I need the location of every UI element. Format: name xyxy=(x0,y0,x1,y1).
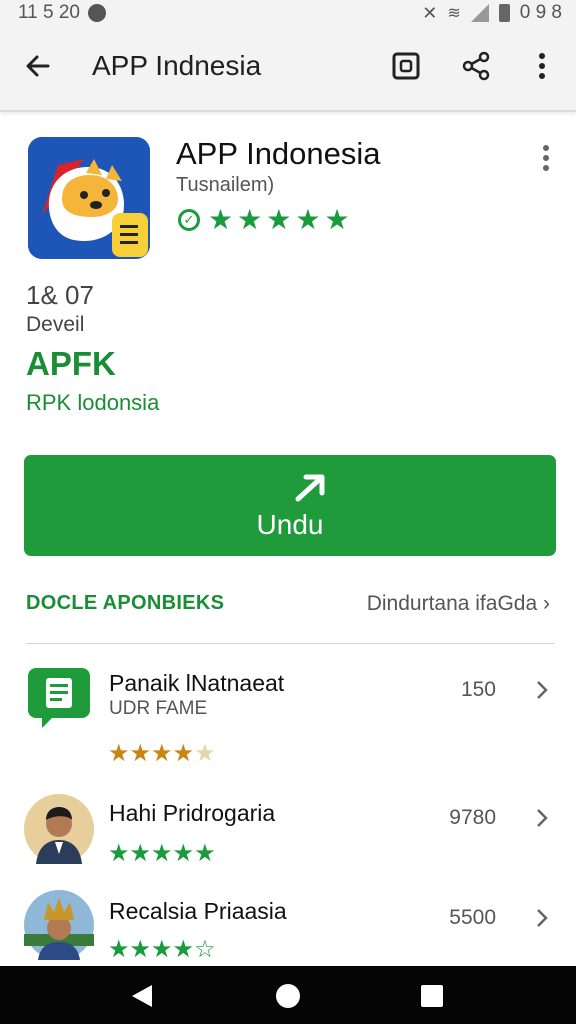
section-title: DOCLE APONBIEKS xyxy=(26,592,225,614)
star-icon: ★ xyxy=(108,840,130,867)
star-icon: ★ xyxy=(108,936,130,963)
document-app-icon xyxy=(28,668,90,728)
battery-icon xyxy=(498,4,510,22)
section-link[interactable]: Dindurtana ifaGda › xyxy=(367,592,550,616)
chevron-right-icon xyxy=(537,681,548,699)
share-icon[interactable] xyxy=(458,48,494,84)
install-button[interactable]: Undu xyxy=(24,455,556,556)
status-time: 11 5 20 xyxy=(18,2,80,23)
install-button-label: Undu xyxy=(256,509,324,540)
battery-text: 0 9 8 xyxy=(519,2,562,23)
star-icon: ★ xyxy=(208,204,234,235)
screen-icon[interactable] xyxy=(388,48,424,84)
nav-recents-icon[interactable] xyxy=(420,984,444,1008)
more-vert-icon[interactable] xyxy=(524,48,560,84)
star-icon: ★ xyxy=(324,204,350,235)
section-link-label: Dindurtana ifaGda xyxy=(366,592,538,615)
list-item-title: Panaik lNatnaeat xyxy=(109,670,285,696)
star-icon: ★ xyxy=(129,936,152,963)
star-icon: ★ xyxy=(172,840,195,867)
list-item-count: 9780 xyxy=(449,806,496,829)
list-item-count: 5500 xyxy=(449,906,496,929)
star-icon: ★ xyxy=(129,740,152,767)
apk-title: APFK xyxy=(26,345,116,382)
avatar xyxy=(24,890,94,960)
star-icon: ★ xyxy=(266,204,292,235)
list-item-subtitle: UDR FAME xyxy=(109,698,208,719)
star-icon: ★ xyxy=(108,740,130,767)
app-logo-art xyxy=(28,137,150,259)
notification-icon xyxy=(87,4,106,22)
list-item-title: Hahi Pridrogaria xyxy=(109,800,276,826)
app-bar: APP Indnesia xyxy=(0,26,576,112)
system-nav-bar xyxy=(0,966,576,1024)
app-name: APP Indonesia xyxy=(176,136,381,171)
chevron-right-icon xyxy=(537,809,548,827)
nav-back-icon[interactable] xyxy=(130,983,154,1009)
divider xyxy=(26,643,554,644)
stat-label: Deveil xyxy=(26,313,85,336)
app-rating: ✓ ★ ★ ★ ★ ★ xyxy=(178,206,350,234)
star-half-icon: ★ xyxy=(194,740,216,767)
star-icon: ★ xyxy=(151,840,173,867)
star-half-icon: ☆ xyxy=(194,936,216,963)
verified-icon: ✓ xyxy=(178,209,200,231)
apk-subtitle: RPK lodonsia xyxy=(26,390,160,415)
chevron-right-icon: › xyxy=(543,592,550,615)
list-item[interactable]: Panaik lNatnaeat UDR FAME ★ ★ ★ ★ ★ 150 xyxy=(0,658,576,778)
list-item-rating: ★ ★ ★ ★ ★ xyxy=(108,742,216,766)
star-icon: ★ xyxy=(151,740,173,767)
star-icon: ★ xyxy=(237,204,263,235)
status-time-group: 11 5 20 xyxy=(18,2,106,24)
app-more-icon[interactable] xyxy=(536,144,556,172)
share-icon-svg xyxy=(462,51,490,81)
arrow-icon xyxy=(295,474,325,502)
star-icon: ★ xyxy=(129,840,152,867)
more-vert-icon-svg xyxy=(539,53,545,79)
list-item-title: Recalsia Priaasia xyxy=(109,898,287,924)
star-icon: ★ xyxy=(151,936,173,963)
avatar xyxy=(24,794,94,864)
wifi-icon: ≋ xyxy=(447,5,461,22)
list-item-rating: ★ ★ ★ ★ ★ xyxy=(108,842,216,866)
back-arrow-icon[interactable] xyxy=(22,50,54,82)
star-icon: ★ xyxy=(172,740,195,767)
nfc-icon: ✕ xyxy=(422,2,438,23)
star-icon: ★ xyxy=(172,936,195,963)
list-item-count: 150 xyxy=(460,678,496,701)
developer-name[interactable]: Tusnailem) xyxy=(176,174,274,197)
screen-icon-svg xyxy=(392,52,420,80)
status-bar: 11 5 20 ✕ ≋ 0 9 8 xyxy=(0,0,576,26)
app-bar-title: APP Indnesia xyxy=(92,50,262,81)
chevron-right-icon xyxy=(537,909,548,927)
nav-home-icon[interactable] xyxy=(274,982,302,1010)
signal-icon xyxy=(470,4,489,22)
star-icon: ★ xyxy=(194,840,216,867)
app-logo-icon xyxy=(28,137,150,259)
status-icons: ✕ ≋ 0 9 8 xyxy=(422,2,562,24)
star-icon: ★ xyxy=(295,204,321,235)
stat-value: 1& 07 xyxy=(26,280,94,310)
list-item-rating: ★ ★ ★ ★ ☆ xyxy=(108,938,216,962)
